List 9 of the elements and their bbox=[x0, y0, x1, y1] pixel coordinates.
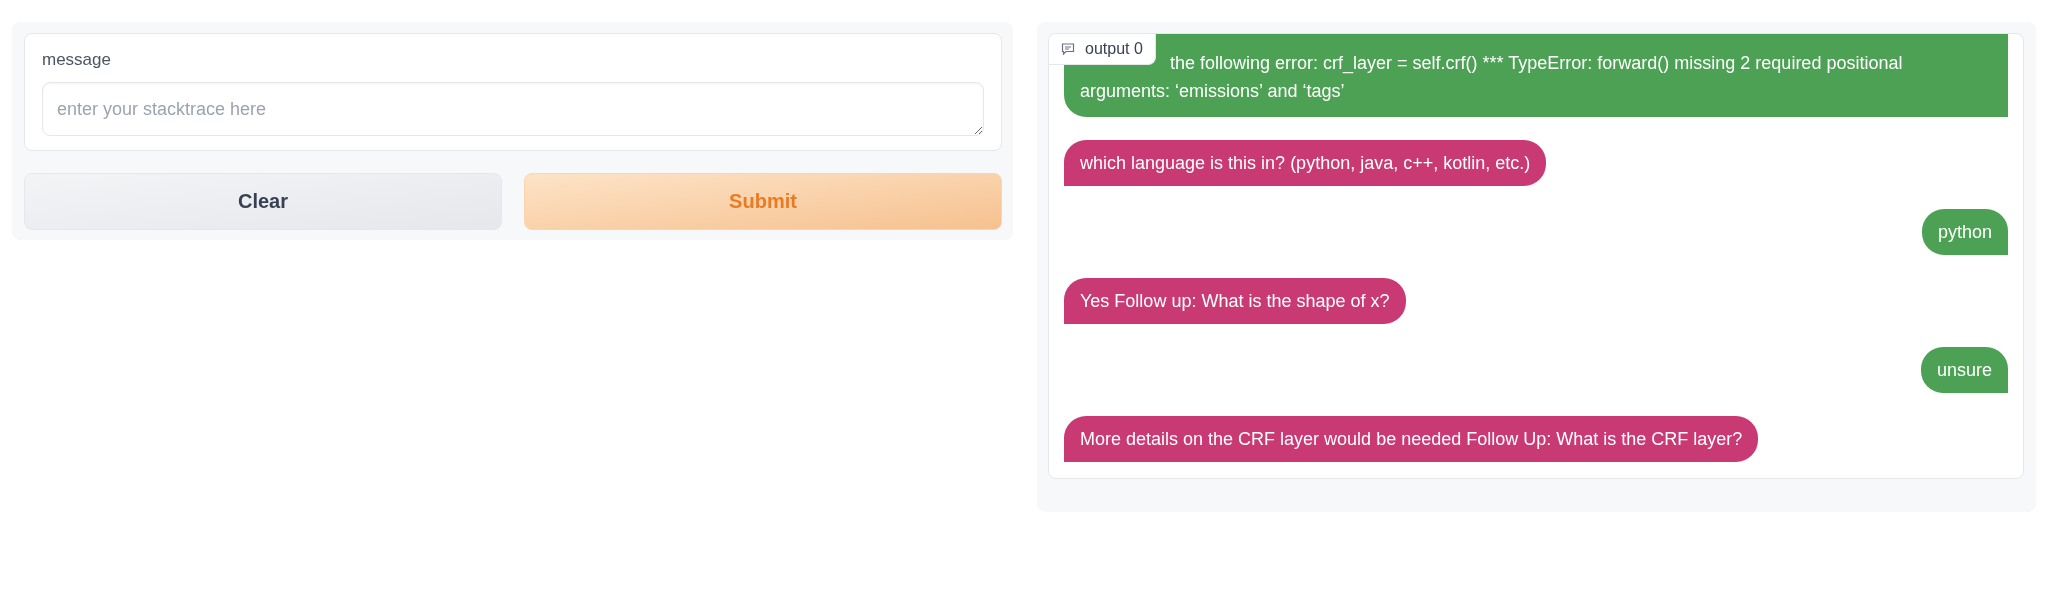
chat-icon bbox=[1061, 42, 1075, 56]
bot-message: More details on the CRF layer would be needed Follow Up: What is the CRF layer? bbox=[1064, 416, 1759, 462]
clear-button[interactable]: Clear bbox=[24, 173, 502, 230]
user-message: unsure bbox=[1920, 347, 2008, 393]
field-label: message bbox=[42, 50, 111, 70]
bot-message: Yes Follow up: What is the shape of x? bbox=[1064, 278, 1406, 324]
message-input[interactable]: enter your stacktrace here bbox=[42, 82, 984, 136]
bot-message: which language is this in? (python, java, c++, kotlin, etc.) bbox=[1064, 140, 1547, 186]
user-message: python bbox=[1921, 209, 2008, 255]
